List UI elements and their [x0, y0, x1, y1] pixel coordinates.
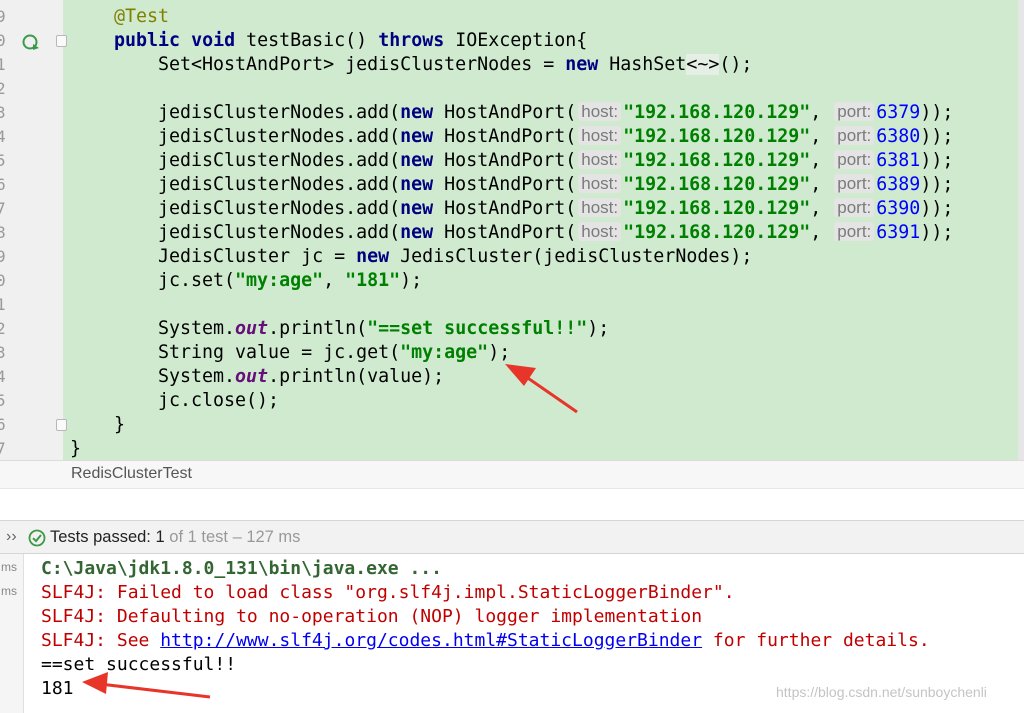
param-hint-port: port: [834, 126, 875, 145]
code-line: 9 @Test [0, 5, 1024, 29]
line-number: 2 [0, 79, 6, 98]
param-hint-port: port: [834, 222, 875, 241]
console-command-line: C:\Java\jdk1.8.0_131\bin\java.exe ... [41, 558, 442, 579]
panel-divider [0, 488, 1024, 520]
breadcrumb-class-name[interactable]: RedisClusterTest [71, 465, 192, 483]
param-hint-port: port: [834, 150, 875, 169]
code-line: 0 jc.set("my:age", "181"); [0, 269, 1024, 293]
console-error-line: SLF4J: Defaulting to no-operation (NOP) … [41, 606, 703, 627]
code-line: 8 jedisClusterNodes.add(new HostAndPort(… [0, 221, 1024, 245]
line-number: 1 [0, 295, 6, 314]
line-number: 9 [0, 247, 6, 266]
code-line: 9 JedisCluster jc = new JedisCluster(jed… [0, 245, 1024, 269]
timing-label: ms [1, 560, 17, 574]
line-number: 3 [0, 343, 6, 362]
expand-chevron-icon[interactable]: ›› [6, 528, 17, 546]
param-hint-host: host: [578, 174, 622, 193]
param-hint-host: host: [578, 198, 622, 217]
param-hint-port: port: [834, 174, 875, 193]
line-number: 4 [0, 127, 6, 146]
param-hint-host: host: [578, 102, 622, 121]
console-error-line: SLF4J: See http://www.slf4j.org/codes.ht… [41, 630, 930, 651]
param-hint-port: port: [834, 198, 875, 217]
console-gutter: ms ms [0, 554, 24, 713]
code-line: 6 jedisClusterNodes.add(new HostAndPort(… [0, 173, 1024, 197]
code-line: 6 } [0, 413, 1024, 437]
code-editor[interactable]: 9 @Test 0 public void testBasic() throws… [0, 0, 1024, 460]
code-line: 2 [0, 77, 1024, 101]
run-console[interactable]: ms ms C:\Java\jdk1.8.0_131\bin\java.exe … [0, 554, 1024, 713]
code-line: 4 System.out.println(value); [0, 365, 1024, 389]
line-number: 5 [0, 151, 6, 170]
line-number: 6 [0, 175, 6, 194]
code-line: 2 System.out.println("==set successful!!… [0, 317, 1024, 341]
line-number: 3 [0, 103, 6, 122]
code-line: 4 jedisClusterNodes.add(new HostAndPort(… [0, 125, 1024, 149]
run-test-icon[interactable] [22, 33, 40, 51]
breadcrumb[interactable]: RedisClusterTest [0, 460, 1024, 488]
line-number: 1 [0, 55, 6, 74]
test-status-bar: ›› Tests passed: 1 of 1 test – 127 ms [0, 520, 1024, 554]
code-line: 3 jedisClusterNodes.add(new HostAndPort(… [0, 101, 1024, 125]
code-line: 1 Set<HostAndPort> jedisClusterNodes = n… [0, 53, 1024, 77]
param-hint-host: host: [578, 222, 622, 241]
code-line: 3 String value = jc.get("my:age"); [0, 341, 1024, 365]
console-output: C:\Java\jdk1.8.0_131\bin\java.exe ... SL… [41, 557, 930, 701]
line-number: 0 [0, 271, 6, 290]
code-line: 7 } [0, 437, 1024, 460]
code-line: 5 jc.close(); [0, 389, 1024, 413]
fold-marker-icon[interactable] [56, 419, 67, 431]
line-number: 4 [0, 367, 6, 386]
console-output-line: ==set successful!! [41, 654, 237, 675]
param-hint-port: port: [834, 102, 875, 121]
line-number: 6 [0, 415, 6, 434]
code-line: 7 jedisClusterNodes.add(new HostAndPort(… [0, 197, 1024, 221]
line-number: 9 [0, 7, 6, 26]
param-hint-host: host: [578, 126, 622, 145]
line-number: 2 [0, 319, 6, 338]
line-number: 8 [0, 223, 6, 242]
code-line: 0 public void testBasic() throws IOExcep… [0, 29, 1024, 53]
line-number: 5 [0, 391, 6, 410]
console-error-line: SLF4J: Failed to load class "org.slf4j.i… [41, 582, 735, 603]
param-hint-host: host: [578, 150, 622, 169]
line-number: 7 [0, 439, 6, 458]
slf4j-docs-link[interactable]: http://www.slf4j.org/codes.html#StaticLo… [160, 630, 702, 651]
code-lines: 9 @Test 0 public void testBasic() throws… [0, 5, 1024, 460]
code-line: 1 [0, 293, 1024, 317]
fold-marker-icon[interactable] [56, 35, 67, 47]
annotation-test: @Test [114, 6, 170, 27]
watermark: https://blog.csdn.net/sunboychenli [776, 684, 987, 700]
test-status-text: Tests passed: 1 of 1 test – 127 ms [50, 528, 301, 546]
line-number: 0 [0, 31, 6, 50]
timing-label: ms [1, 584, 17, 598]
check-circle-icon [28, 529, 46, 547]
code-line: 5 jedisClusterNodes.add(new HostAndPort(… [0, 149, 1024, 173]
line-number: 7 [0, 199, 6, 218]
